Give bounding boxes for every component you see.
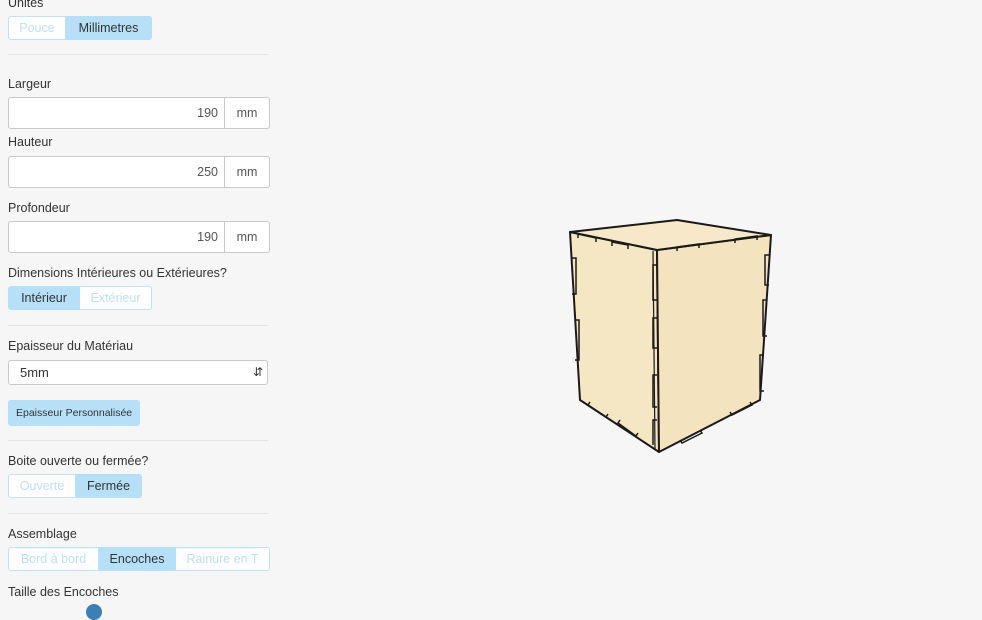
- dimensions-toggle: Intérieur Extérieur: [8, 286, 152, 310]
- height-label: Hauteur: [8, 135, 53, 149]
- settings-panel: Unités Pouce Millimetres Largeur mm Haut…: [0, 0, 280, 620]
- dimensions-option-inside[interactable]: Intérieur: [8, 286, 80, 310]
- assembly-option-butt[interactable]: Bord à bord: [8, 547, 99, 571]
- height-unit: mm: [224, 157, 269, 187]
- notch-size-slider-handle[interactable]: [86, 604, 102, 620]
- height-input[interactable]: [9, 157, 224, 187]
- select-arrows-icon: ⇵: [252, 365, 263, 379]
- box-left-face: [569, 231, 660, 453]
- custom-thickness-button[interactable]: Epaisseur Personnalisée: [8, 400, 141, 426]
- units-option-mm[interactable]: Millimetres: [66, 16, 152, 40]
- box-3d-preview[interactable]: [540, 200, 800, 470]
- height-field-group: mm: [8, 156, 270, 188]
- dimensions-option-outside[interactable]: Extérieur: [80, 286, 152, 310]
- box-type-label: Boite ouverte ou fermée?: [8, 454, 149, 468]
- material-select[interactable]: 5mm ⇵: [8, 360, 268, 385]
- divider: [8, 325, 268, 326]
- material-select-value: 5mm: [20, 365, 49, 380]
- width-label: Largeur: [8, 77, 52, 91]
- material-label: Epaisseur du Matériau: [8, 339, 134, 353]
- assembly-option-t-slot[interactable]: Rainure en T: [176, 547, 270, 571]
- divider: [8, 54, 268, 55]
- units-option-inch[interactable]: Pouce: [8, 16, 66, 40]
- depth-field-group: mm: [8, 221, 270, 253]
- divider: [8, 440, 268, 441]
- assembly-option-notches[interactable]: Encoches: [99, 547, 176, 571]
- depth-unit: mm: [224, 222, 269, 252]
- width-field-group: mm: [8, 97, 270, 129]
- box-type-option-closed[interactable]: Fermée: [76, 474, 142, 498]
- depth-label: Profondeur: [8, 201, 70, 215]
- assembly-label: Assemblage: [8, 527, 77, 541]
- units-label: Unités: [8, 0, 44, 10]
- assembly-toggle: Bord à bord Encoches Rainure en T: [8, 547, 270, 571]
- notch-size-label: Taille des Encoches: [8, 585, 119, 599]
- box-type-toggle: Ouverte Fermée: [8, 474, 142, 498]
- width-input[interactable]: [9, 98, 224, 128]
- box-right-face: [656, 234, 772, 453]
- box-type-option-open[interactable]: Ouverte: [8, 474, 76, 498]
- units-toggle: Pouce Millimetres: [8, 16, 152, 40]
- divider: [8, 513, 268, 514]
- depth-input[interactable]: [9, 222, 224, 252]
- dimensions-label: Dimensions Intérieures ou Extérieures?: [8, 266, 227, 280]
- width-unit: mm: [224, 98, 269, 128]
